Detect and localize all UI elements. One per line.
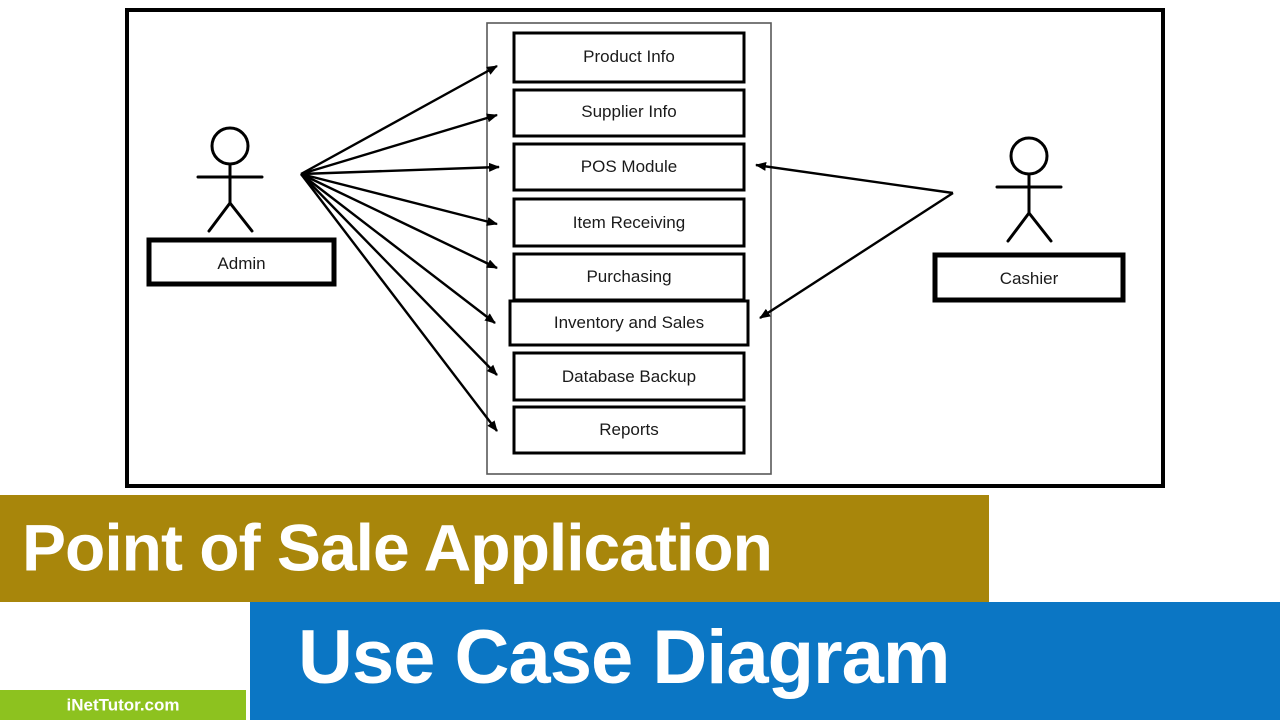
title-banner-blue-text: Use Case Diagram [298, 614, 950, 700]
use-case-label-item-receiving: Item Receiving [572, 213, 686, 232]
watermark-bar: iNetTutor.com [0, 690, 246, 720]
use-case-label-reports: Reports [599, 420, 659, 439]
use-case-label-supplier-info: Supplier Info [581, 102, 677, 121]
actor-label-cashier: Cashier [999, 269, 1059, 288]
use-case-label-database-backup: Database Backup [561, 367, 697, 386]
title-banner-blue: Use Case Diagram [250, 602, 1280, 720]
use-case-label-pos-module: POS Module [580, 157, 678, 176]
title-banner-gold: Point of Sale Application [0, 495, 989, 602]
actor-head-cashier [1009, 136, 1049, 176]
use-case-label-product-info: Product Info [583, 47, 675, 66]
title-banner-gold-text: Point of Sale Application [22, 510, 773, 585]
watermark-label: iNetTutor.com [66, 695, 180, 715]
actor-label-admin: Admin [217, 254, 266, 273]
use-case-label-purchasing: Purchasing [586, 267, 672, 286]
use-case-diagram-screenshot: Product Info Supplier Info POS Module It… [0, 0, 1280, 720]
use-case-label-inventory-and-sales: Inventory and Sales [553, 313, 705, 332]
use-case-boxes [508, 31, 750, 455]
actor-head-admin [210, 126, 250, 166]
